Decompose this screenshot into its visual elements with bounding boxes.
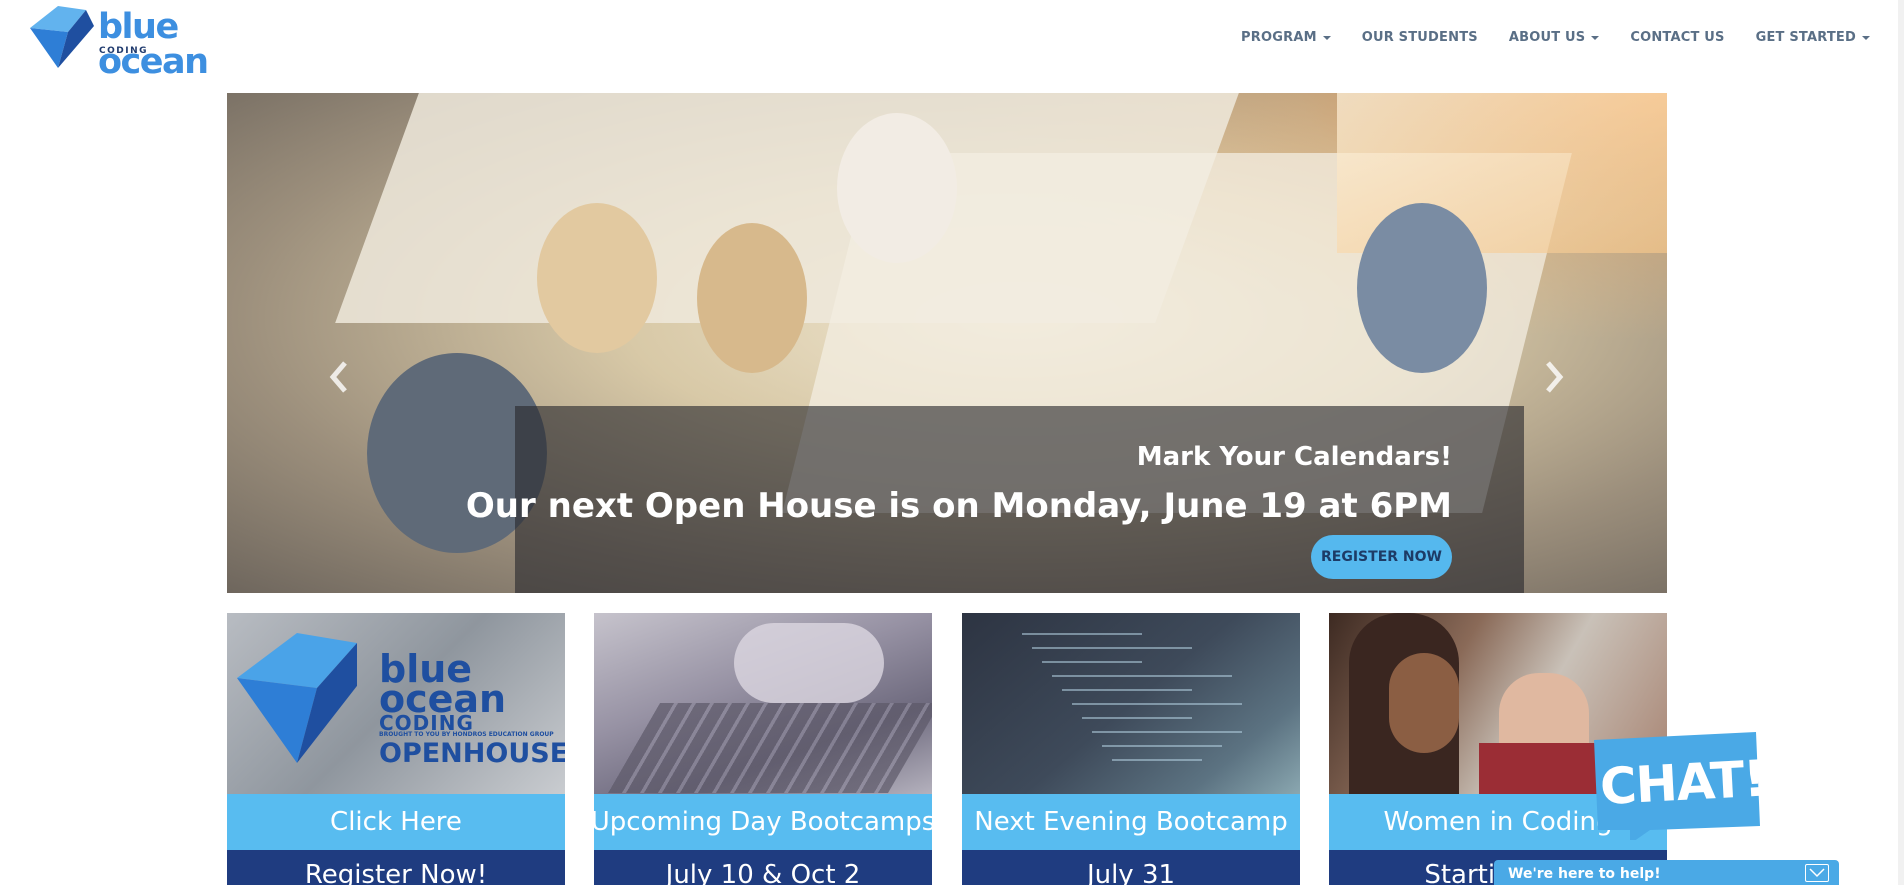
nav-our-students-label: OUR STUDENTS — [1361, 30, 1478, 45]
chat-bar[interactable]: We're here to help! — [1494, 860, 1839, 885]
code-line — [1072, 703, 1242, 705]
nav-our-students[interactable]: OUR STUDENTS — [1362, 30, 1478, 45]
code-line — [1052, 675, 1232, 677]
logo-subtitle: CODING — [99, 46, 148, 56]
hero-caption-kicker: Mark Your Calendars! — [1136, 442, 1452, 472]
logo-wordmark: blue ocean — [98, 7, 209, 82]
code-line — [1062, 689, 1192, 691]
code-line — [1032, 647, 1192, 649]
nav-get-started[interactable]: GET STARTED — [1756, 30, 1870, 45]
card-logo-word: OPENHOUSE — [379, 738, 565, 769]
code-line — [1082, 717, 1192, 719]
nav-about-us-label: ABOUT US — [1508, 30, 1586, 45]
card-subtitle: July 31 — [962, 850, 1300, 885]
logo-mark-icon — [237, 633, 357, 763]
nav-about-us[interactable]: ABOUT US — [1509, 30, 1600, 45]
chevron-down-icon — [1809, 868, 1825, 878]
nav-contact-us-label: CONTACT US — [1630, 30, 1725, 45]
hero-photo-detail — [697, 223, 807, 373]
card-evening-bootcamp[interactable]: Next Evening Bootcamp July 31 — [962, 613, 1300, 885]
hero-photo-detail — [1357, 203, 1487, 373]
carousel-prev-button[interactable] — [327, 355, 351, 406]
chevron-left-icon — [329, 361, 347, 393]
code-line — [1112, 759, 1202, 761]
card-title: Upcoming Day Bootcamps — [594, 794, 932, 850]
card-title: Click Here — [227, 794, 565, 850]
nav-program[interactable]: PROGRAM — [1241, 30, 1331, 45]
chat-bar-label: We're here to help! — [1508, 866, 1661, 882]
hero-carousel: Mark Your Calendars! Our next Open House… — [227, 93, 1667, 593]
chat-bubble-button[interactable]: CHAT! — [1590, 730, 1767, 840]
hero-photo-detail — [537, 203, 657, 353]
chat-bubble-label: CHAT! — [1598, 749, 1767, 817]
caret-down-icon — [1591, 35, 1600, 40]
card-open-house[interactable]: blue ocean CODING BROUGHT TO YOU BY HOND… — [227, 613, 565, 885]
code-line — [1022, 633, 1142, 635]
nav-program-label: PROGRAM — [1241, 30, 1317, 45]
card-image — [594, 613, 932, 794]
code-line — [1092, 731, 1242, 733]
nav-get-started-label: GET STARTED — [1755, 30, 1856, 45]
chevron-right-icon — [1546, 361, 1564, 393]
hero-caption: Mark Your Calendars! Our next Open House… — [466, 406, 1524, 593]
card-logo-word: CODING — [379, 711, 474, 735]
chat-minimize-button[interactable] — [1805, 864, 1829, 882]
site-logo[interactable]: blue ocean CODING — [28, 6, 278, 80]
carousel-next-button[interactable] — [1542, 355, 1566, 406]
card-day-bootcamps[interactable]: Upcoming Day Bootcamps July 10 & Oct 2 — [594, 613, 932, 885]
card-logo-tagline: BROUGHT TO YOU BY HONDROS EDUCATION GROU… — [379, 731, 554, 738]
logo-mark-icon — [30, 6, 94, 68]
card-subtitle: July 10 & Oct 2 — [594, 850, 932, 885]
caret-down-icon — [1322, 35, 1331, 40]
hand-illustration — [734, 623, 884, 703]
card-subtitle: Register Now! — [227, 850, 565, 885]
hero-photo-detail — [837, 113, 957, 263]
code-line — [1042, 661, 1142, 663]
page-scrollbar[interactable] — [1898, 0, 1904, 885]
keyboard-illustration — [608, 703, 932, 793]
card-title: Next Evening Bootcamp — [962, 794, 1300, 850]
person-illustration — [1389, 653, 1459, 753]
site-header: blue ocean CODING PROGRAM OUR STUDENTS A… — [0, 0, 1904, 86]
caret-down-icon — [1862, 35, 1870, 40]
card-image: blue ocean CODING BROUGHT TO YOU BY HOND… — [227, 613, 565, 794]
register-now-button[interactable]: REGISTER NOW — [1311, 535, 1452, 579]
code-line — [1102, 745, 1222, 747]
nav-contact-us[interactable]: CONTACT US — [1630, 30, 1724, 45]
card-image — [962, 613, 1300, 794]
main-nav: PROGRAM OUR STUDENTS ABOUT US CONTACT US… — [1241, 30, 1870, 45]
hero-caption-headline: Our next Open House is on Monday, June 1… — [465, 486, 1452, 526]
